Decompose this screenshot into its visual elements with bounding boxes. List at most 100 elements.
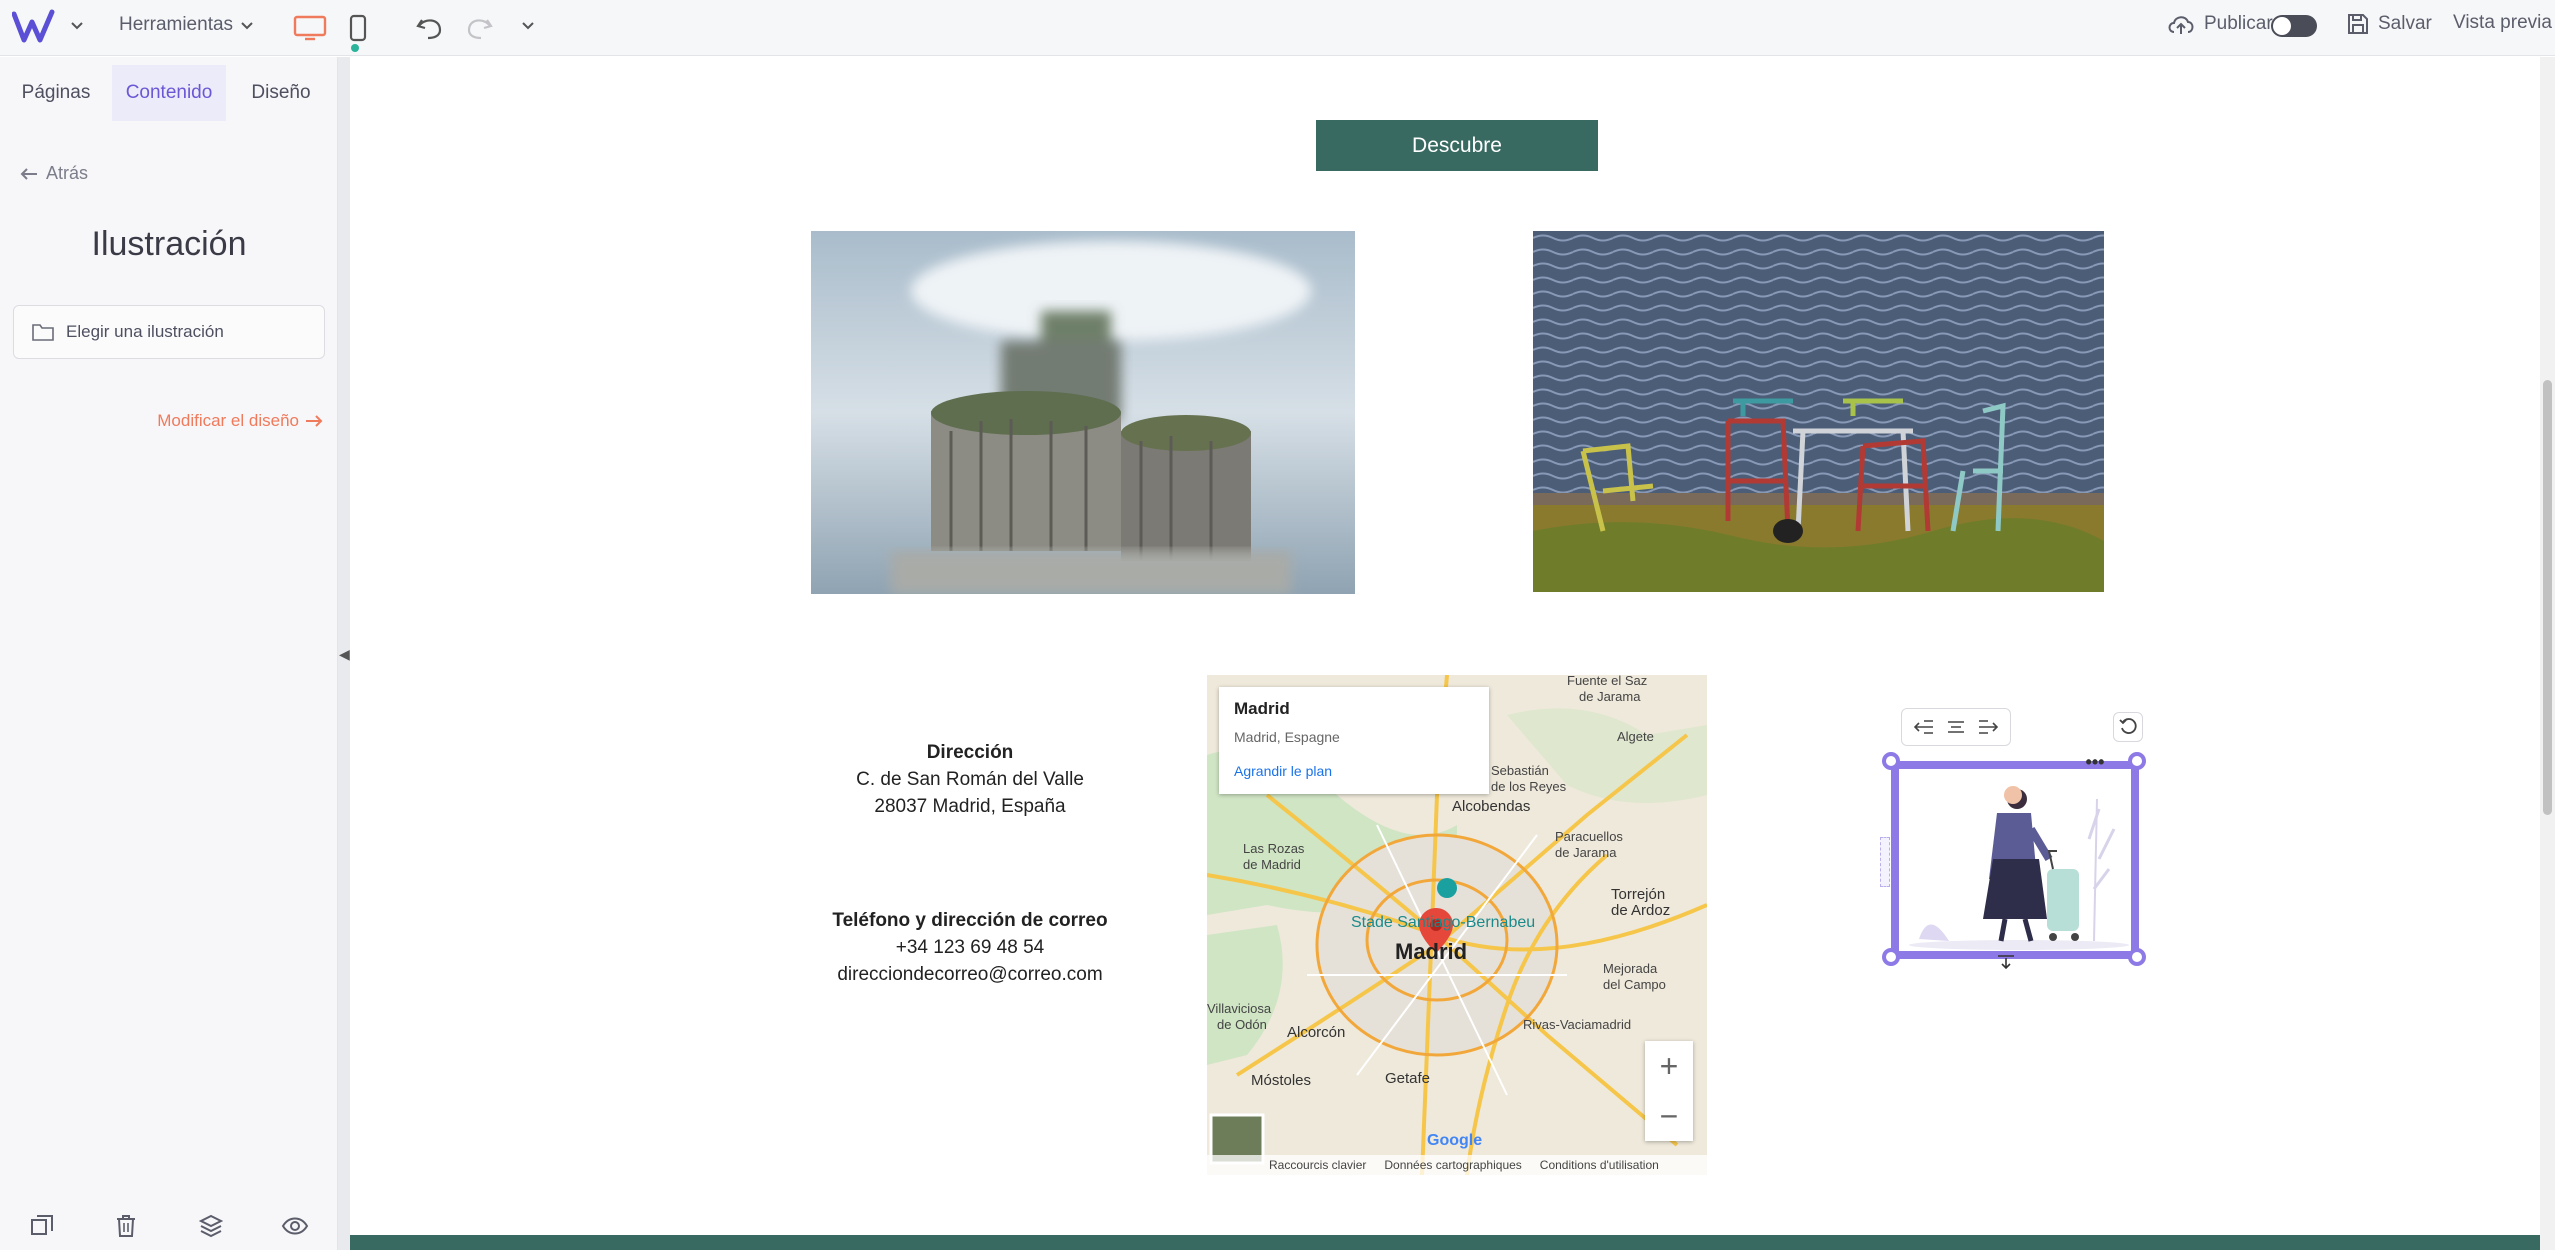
choose-illustration-button[interactable]: Elegir una ilustración <box>13 305 325 359</box>
publish-toggle[interactable] <box>2271 15 2317 37</box>
save-icon <box>2348 14 2368 34</box>
logo-menu-chevron-icon[interactable] <box>70 18 84 32</box>
align-left-icon[interactable] <box>1914 719 1934 735</box>
preview-label: Vista previa <box>2453 12 2552 33</box>
back-label: Atrás <box>46 163 89 183</box>
svg-text:de Jarama: de Jarama <box>1579 689 1641 704</box>
svg-text:Móstoles: Móstoles <box>1251 1072 1311 1089</box>
visibility-icon[interactable] <box>280 1211 310 1241</box>
collapse-sidebar-icon[interactable]: ◀ <box>339 646 350 663</box>
svg-text:de Jarama: de Jarama <box>1555 845 1617 860</box>
email-address: direcciondecorreo@correo.com <box>837 964 1103 985</box>
svg-text:Rivas-Vaciamadrid: Rivas-Vaciamadrid <box>1523 1017 1631 1032</box>
chairs-by-sea-photo[interactable] <box>1533 231 2104 592</box>
layers-icon[interactable] <box>196 1211 226 1241</box>
selected-illustration[interactable] <box>1891 761 2139 959</box>
modify-design-label: Modificar el diseño <box>157 411 299 430</box>
trash-icon[interactable] <box>111 1211 141 1241</box>
tools-chevron-icon[interactable] <box>240 18 254 32</box>
back-link[interactable]: Atrás <box>20 163 88 184</box>
map-terms-link[interactable]: Conditions d'utilisation <box>1540 1158 1659 1172</box>
resize-handle-top-right[interactable] <box>2128 752 2146 770</box>
illustration-align-toolbar <box>1901 708 2011 746</box>
tab-pages[interactable]: Páginas <box>8 65 104 121</box>
active-view-indicator <box>351 44 359 52</box>
map-zoom-controls: + − <box>1645 1041 1693 1141</box>
redo-icon[interactable] <box>461 10 497 46</box>
editor-canvas: Descubre Dirección C. de San Román del V… <box>350 57 2540 1250</box>
preview-button[interactable]: Vista previa <box>2453 12 2552 34</box>
map-zoom-out-button[interactable]: − <box>1645 1091 1693 1141</box>
duplicate-icon[interactable] <box>27 1211 57 1241</box>
svg-text:Google: Google <box>1427 1132 1482 1149</box>
svg-text:de Ardoz: de Ardoz <box>1611 902 1670 919</box>
google-map[interactable]: Fuente el Saz de Jarama Algete Sebastián… <box>1207 675 1707 1175</box>
left-resize-bar[interactable] <box>1880 837 1890 887</box>
left-sidebar: Páginas Contenido Diseño Atrás Ilustraci… <box>0 57 338 1250</box>
resize-handle-bottom-right[interactable] <box>2128 948 2146 966</box>
undo-icon[interactable] <box>412 10 448 46</box>
top-toolbar: Herramientas Publicar Salvar Vista previ… <box>0 0 2555 56</box>
resize-handle-bottom-left[interactable] <box>1882 948 1900 966</box>
map-info-card: Madrid Madrid, Espagne Agrandir le plan <box>1219 687 1489 794</box>
wooden-posts-photo[interactable] <box>811 231 1355 594</box>
svg-text:de Odón: de Odón <box>1217 1017 1267 1032</box>
svg-text:Villaviciosa: Villaviciosa <box>1207 1001 1272 1016</box>
svg-text:Algete: Algete <box>1617 729 1654 744</box>
map-data-label: Données cartographiques <box>1384 1158 1522 1172</box>
arrow-right-icon <box>306 415 323 427</box>
svg-text:Madrid: Madrid <box>1395 939 1467 964</box>
publish-label: Publicar <box>2204 13 2273 34</box>
panel-title: Ilustración <box>91 225 247 263</box>
history-chevron-icon[interactable] <box>521 18 535 32</box>
contact-block: Teléfono y dirección de correo +34 123 6… <box>770 907 1170 988</box>
resize-handle-top-left[interactable] <box>1882 752 1900 770</box>
svg-text:Alcorcón: Alcorcón <box>1287 1024 1345 1041</box>
align-center-icon[interactable] <box>1946 719 1966 735</box>
more-options-icon[interactable]: ••• <box>2080 752 2110 772</box>
address-block: Dirección C. de San Román del Valle 2803… <box>800 739 1140 820</box>
svg-text:de los Reyes: de los Reyes <box>1491 779 1567 794</box>
app-logo-icon[interactable] <box>12 8 62 46</box>
svg-text:Alcobendas: Alcobendas <box>1452 798 1530 815</box>
arrow-left-icon <box>20 167 37 180</box>
align-right-icon[interactable] <box>1978 719 1998 735</box>
tab-design[interactable]: Diseño <box>236 65 326 121</box>
svg-text:Stade Santiago-Bernabeu: Stade Santiago-Bernabeu <box>1351 914 1535 931</box>
svg-text:Paracuellos: Paracuellos <box>1555 829 1623 844</box>
svg-text:Getafe: Getafe <box>1385 1070 1430 1087</box>
phone-number: +34 123 69 48 54 <box>895 937 1045 958</box>
choose-illustration-label: Elegir una ilustración <box>66 322 224 341</box>
folder-icon <box>32 324 54 341</box>
map-place-subtitle: Madrid, Espagne <box>1234 729 1340 745</box>
svg-text:Torrejón: Torrejón <box>1611 886 1665 903</box>
mobile-view-icon[interactable] <box>340 10 376 46</box>
enlarge-map-link[interactable]: Agrandir le plan <box>1234 763 1474 779</box>
save-button[interactable]: Salvar <box>2346 12 2432 36</box>
cloud-upload-icon <box>2168 16 2194 34</box>
vertical-resize-icon[interactable] <box>1996 953 2016 970</box>
desktop-view-icon[interactable] <box>292 10 328 46</box>
address-title: Dirección <box>926 742 1014 763</box>
publish-control[interactable]: Publicar <box>2166 12 2273 36</box>
map-keyboard-shortcuts-link[interactable]: Raccourcis clavier <box>1269 1158 1366 1172</box>
svg-text:Fuente el Saz: Fuente el Saz <box>1567 675 1647 688</box>
svg-text:Las Rozas: Las Rozas <box>1243 841 1305 856</box>
discover-button[interactable]: Descubre <box>1316 120 1598 171</box>
svg-text:Sebastián: Sebastián <box>1491 763 1549 778</box>
map-place-title: Madrid <box>1234 699 1290 718</box>
tab-content[interactable]: Contenido <box>112 65 226 121</box>
contact-title: Teléfono y dirección de correo <box>832 910 1108 931</box>
svg-text:del Campo: del Campo <box>1603 977 1666 992</box>
svg-text:Mejorada: Mejorada <box>1603 961 1658 976</box>
svg-text:de Madrid: de Madrid <box>1243 857 1301 872</box>
save-label: Salvar <box>2378 13 2432 34</box>
map-zoom-in-button[interactable]: + <box>1645 1041 1693 1091</box>
footer-section-band <box>350 1235 2540 1250</box>
address-line-2: 28037 Madrid, España <box>874 796 1066 817</box>
tools-menu-label[interactable]: Herramientas <box>119 14 233 36</box>
canvas-scroll-thumb[interactable] <box>2543 380 2552 815</box>
modify-design-link[interactable]: Modificar el diseño <box>157 411 323 431</box>
reset-icon[interactable] <box>2113 712 2143 742</box>
map-footer: Raccourcis clavier Données cartographiqu… <box>1207 1155 1707 1175</box>
